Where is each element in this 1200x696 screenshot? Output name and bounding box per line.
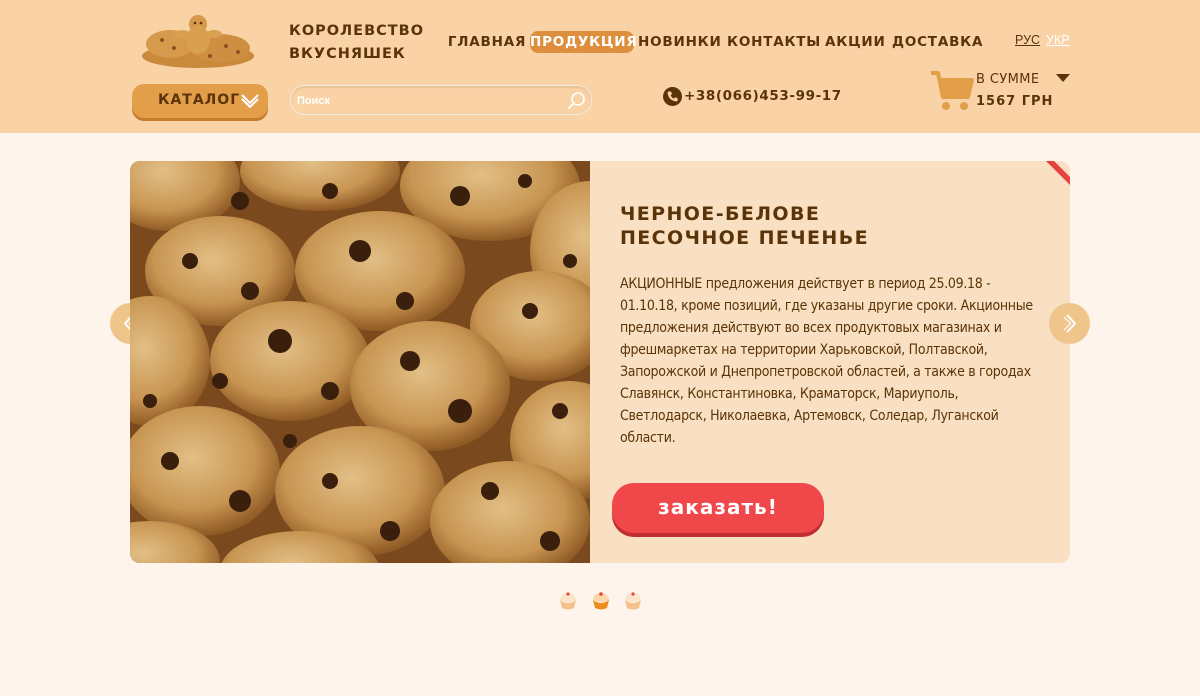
nav-item-new[interactable]: НОВИНКИ bbox=[638, 31, 721, 53]
chevron-right-icon bbox=[1063, 314, 1077, 333]
chevron-down-icon bbox=[241, 94, 259, 108]
order-button[interactable]: заказать! bbox=[612, 483, 824, 533]
cart-total: 1567 ГРН bbox=[976, 94, 1054, 109]
search-box bbox=[290, 85, 592, 115]
nav-item-contacts[interactable]: КОНТАКТЫ bbox=[727, 31, 820, 53]
slide-title-line-2: ПЕСОЧНОЕ ПЕЧЕНЬЕ bbox=[620, 227, 869, 249]
brand-line-1: КОРОЛЕВСТВО bbox=[289, 23, 425, 39]
search-icon[interactable] bbox=[567, 91, 587, 111]
nav-item-products[interactable]: ПРОДУКЦИЯ bbox=[530, 31, 637, 53]
cookies-logo-icon[interactable] bbox=[140, 12, 262, 70]
brand-name: КОРОЛЕВСТВО ВКУСНЯШЕК bbox=[289, 20, 424, 66]
lang-uk-link[interactable]: УКР bbox=[1046, 33, 1070, 47]
site-header: КОРОЛЕВСТВО ВКУСНЯШЕК ГЛАВНАЯ ПРОДУКЦИЯ … bbox=[0, 0, 1200, 133]
slide-title: ЧЕРНОЕ-БЕЛОВЕ ПЕСОЧНОЕ ПЕЧЕНЬЕ bbox=[620, 202, 1040, 250]
cookies-photo bbox=[130, 161, 590, 563]
caret-down-icon[interactable] bbox=[1056, 74, 1070, 82]
nav-item-home[interactable]: ГЛАВНАЯ bbox=[446, 31, 528, 53]
phone-icon bbox=[663, 87, 682, 106]
phone-number[interactable]: +38(066)453-99-17 bbox=[684, 88, 842, 104]
slide-title-line-1: ЧЕРНОЕ-БЕЛОВЕ bbox=[620, 203, 821, 225]
slide-description: АКЦИОННЫЕ предложения действует в период… bbox=[620, 276, 1033, 446]
slider-dot-2[interactable] bbox=[590, 589, 612, 611]
slider-dot-1[interactable] bbox=[557, 589, 579, 611]
nav-item-promotions[interactable]: АКЦИИ bbox=[825, 31, 885, 53]
promo-ribbon bbox=[1046, 161, 1070, 185]
promo-slider: ЧЕРНОЕ-БЕЛОВЕ ПЕСОЧНОЕ ПЕЧЕНЬЕ АКЦИОННЫЕ… bbox=[130, 161, 1070, 563]
cart-icon[interactable] bbox=[930, 70, 974, 112]
brand-line-2: ВКУСНЯШЕК bbox=[289, 46, 406, 62]
catalog-label: КАТАЛОГ bbox=[158, 92, 241, 108]
cart-label: В СУММЕ bbox=[976, 72, 1040, 87]
search-input[interactable] bbox=[297, 93, 557, 109]
lang-ru-link[interactable]: РУС bbox=[1015, 33, 1040, 47]
nav-item-delivery[interactable]: ДОСТАВКА bbox=[892, 31, 982, 53]
slider-next-button[interactable] bbox=[1049, 303, 1090, 344]
catalog-button[interactable]: КАТАЛОГ bbox=[132, 84, 268, 118]
slider-dot-3[interactable] bbox=[622, 589, 644, 611]
